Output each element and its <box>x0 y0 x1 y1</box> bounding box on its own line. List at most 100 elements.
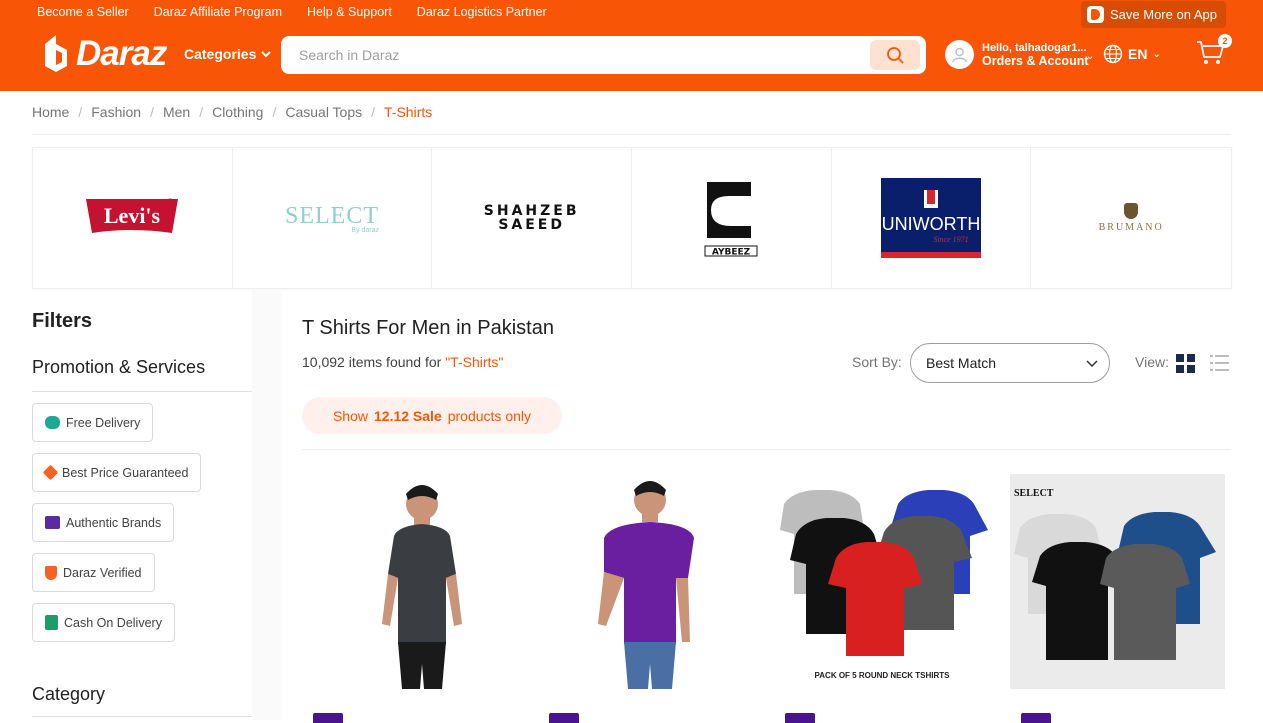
product-photo-grey-tshirt <box>302 474 517 689</box>
shield-icon <box>45 565 57 580</box>
product-card-image[interactable] <box>538 474 753 689</box>
filters-title: Filters <box>32 310 93 332</box>
sale-suffix: products only <box>447 407 532 424</box>
mall-badge-icon <box>313 713 343 723</box>
breadcrumb: Home / Fashion / Men / Clothing / Casual Top… <box>32 104 433 120</box>
daraz-verified-filter[interactable]: Daraz Verified <box>32 553 155 592</box>
account-chevron-icon: ⌄ <box>1086 51 1095 62</box>
sort-by-label: Sort By: <box>852 354 902 370</box>
results-divider <box>302 449 1231 450</box>
breadcrumb-fashion[interactable]: Fashion <box>91 104 141 120</box>
cash-on-delivery-label: Cash On Delivery <box>64 615 162 630</box>
product-card-image[interactable]: PACK OF 5 ROUND NECK TSHIRTS <box>774 474 989 689</box>
best-price-filter[interactable]: Best Price Guaranteed <box>32 453 202 492</box>
results-count-text: 10,092 items found for <box>302 354 446 370</box>
page-title: T Shirts For Men in Pakistan <box>302 317 554 339</box>
results-query: "T-Shirts" <box>445 354 504 370</box>
language-label: EN <box>1128 46 1148 62</box>
svg-text:UNIWORTH: UNIWORTH <box>882 214 981 234</box>
brand-brumano[interactable]: BRUMANO <box>1031 148 1231 288</box>
logistics-partner-link[interactable]: Daraz Logistics Partner <box>417 5 547 19</box>
breadcrumb-divider <box>32 134 1231 135</box>
account-menu[interactable]: Hello, talhadogar1... Orders & Account ⌄ <box>945 40 1094 69</box>
sale-name: 12.12 Sale <box>374 407 442 424</box>
daraz-logo[interactable]: Daraz <box>42 32 167 75</box>
free-delivery-icon <box>45 416 60 429</box>
select-logo-text: SELECT <box>285 202 379 229</box>
app-icon <box>1087 6 1104 23</box>
avatar-icon <box>945 40 974 69</box>
daraz-verified-label: Daraz Verified <box>63 565 142 580</box>
globe-icon <box>1103 44 1123 64</box>
brumano-logo-text: BRUMANO <box>1098 222 1164 233</box>
search-button[interactable] <box>870 40 920 70</box>
brand-aybeez[interactable]: AYBEEZ <box>632 148 832 288</box>
svg-text:Since 1971: Since 1971 <box>933 235 968 244</box>
brand-levis[interactable]: Levi's <box>33 148 233 288</box>
promotion-divider <box>32 391 252 392</box>
brumano-crest-icon <box>1124 203 1139 219</box>
brand-select[interactable]: SELECT By daraz <box>233 148 433 288</box>
promotion-services-title: Promotion & Services <box>32 357 206 377</box>
breadcrumb-home[interactable]: Home <box>32 104 69 120</box>
affiliate-link[interactable]: Daraz Affiliate Program <box>154 5 282 19</box>
sale-prefix: Show <box>332 407 368 424</box>
chevron-down-icon <box>261 50 272 57</box>
header: Become a Seller Daraz Affiliate Program … <box>0 0 1263 91</box>
brand-shahzeb-saeed[interactable]: SHAHZEB SAEED <box>432 148 633 288</box>
top-links: Become a Seller Daraz Affiliate Program … <box>37 5 547 19</box>
product-card-image[interactable] <box>302 474 517 689</box>
price-tag-icon <box>42 464 59 481</box>
sale-filter-toggle[interactable]: Show 12.12 Sale products only <box>302 397 562 434</box>
become-seller-link[interactable]: Become a Seller <box>37 5 129 19</box>
cart-count-badge: 2 <box>1218 34 1232 48</box>
best-price-label: Best Price Guaranteed <box>62 465 189 480</box>
svg-text:SELECT: SELECT <box>1014 488 1054 499</box>
sort-value: Best Match <box>926 355 997 371</box>
app-button-label: Save More on App <box>1110 7 1217 22</box>
brand-uniworth[interactable]: UNIWORTH Since 1971 <box>832 148 1032 288</box>
greeting-text: Hello, talhadogar1... <box>982 41 1087 54</box>
language-selector[interactable]: EN ⌄ <box>1103 44 1161 64</box>
list-view-icon[interactable] <box>1210 354 1229 373</box>
language-chevron-icon: ⌄ <box>1152 48 1161 60</box>
free-delivery-filter[interactable]: Free Delivery <box>32 403 154 442</box>
chevron-down-icon <box>1086 360 1098 368</box>
search-icon <box>887 47 904 64</box>
grid-view-icon[interactable] <box>1176 354 1195 373</box>
help-support-link[interactable]: Help & Support <box>307 5 392 19</box>
product-card-image[interactable]: SELECT <box>1010 474 1225 689</box>
sidebar-gutter <box>252 290 282 720</box>
svg-text:Levi's: Levi's <box>104 203 161 228</box>
brand-strip: Levi's SELECT By daraz SHAHZEB SAEED AYB… <box>32 147 1232 289</box>
cash-icon <box>45 615 58 630</box>
categories-label: Categories <box>184 46 257 62</box>
category-filter-title[interactable]: Category <box>32 684 105 705</box>
cash-on-delivery-filter[interactable]: Cash On Delivery <box>32 603 175 642</box>
product-photo-pack-of-five: PACK OF 5 ROUND NECK TSHIRTS <box>774 474 989 689</box>
search-bar <box>281 36 926 74</box>
breadcrumb-clothing[interactable]: Clothing <box>212 104 263 120</box>
breadcrumb-tshirts: T-Shirts <box>384 104 433 120</box>
sort-select[interactable]: Best Match <box>910 343 1110 383</box>
search-input[interactable] <box>299 45 859 65</box>
logo-text: Daraz <box>76 33 167 73</box>
results-count: 10,092 items found for "T-Shirts" <box>302 354 503 370</box>
save-more-on-app-button[interactable]: Save More on App <box>1081 1 1226 28</box>
view-label: View: <box>1135 354 1169 370</box>
orders-account-label: Orders & Account <box>982 53 1089 68</box>
categories-menu[interactable]: Categories <box>184 46 272 62</box>
breadcrumb-casual-tops[interactable]: Casual Tops <box>285 104 362 120</box>
breadcrumb-men[interactable]: Men <box>163 104 190 120</box>
authentic-brands-filter[interactable]: Authentic Brands <box>32 503 175 542</box>
levis-logo: Levi's <box>86 198 179 233</box>
mall-badge-icon <box>1021 713 1051 723</box>
uniworth-logo: UNIWORTH Since 1971 <box>881 178 982 258</box>
svg-text:PACK OF 5 ROUND NECK TSHIRTS: PACK OF 5 ROUND NECK TSHIRTS <box>815 671 951 680</box>
free-delivery-label: Free Delivery <box>66 415 141 430</box>
logo-mark-icon <box>42 32 70 75</box>
mall-badge-icon <box>785 713 815 723</box>
svg-text:AYBEEZ: AYBEEZ <box>712 248 751 258</box>
product-photo-purple-tshirt <box>538 474 753 689</box>
category-divider <box>32 716 252 717</box>
